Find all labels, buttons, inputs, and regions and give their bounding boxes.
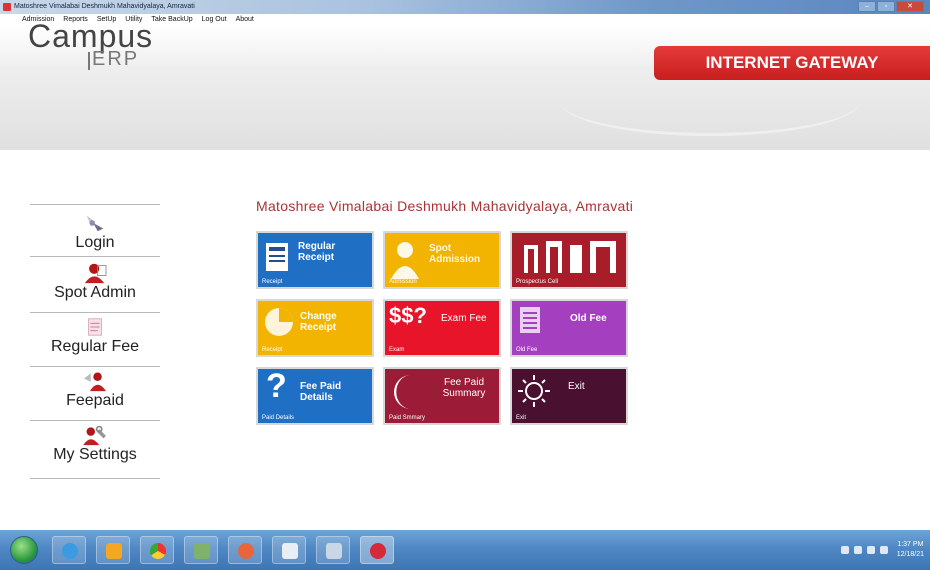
tile-title: Change Receipt — [300, 311, 337, 333]
close-button[interactable]: ✕ — [896, 1, 924, 12]
tile-subtitle: Paid Smmary — [389, 415, 426, 421]
tile-title: Fee Paid Details — [300, 381, 342, 403]
tile-exit[interactable]: Exit Exit — [510, 367, 628, 425]
tile-exam-fee[interactable]: $$? Exam Fee Exam — [383, 299, 501, 357]
system-tray: 1:37 PM 12/18/21 — [840, 536, 924, 564]
sidebar-item-label: Feepaid — [66, 392, 124, 409]
logo-divider — [88, 52, 90, 70]
sidebar-item-label: Spot Admin — [54, 284, 136, 301]
sidebar-divider — [30, 204, 160, 205]
sidebar-item-login[interactable]: Login — [30, 212, 160, 252]
tile-subtitle: Exam — [389, 347, 405, 353]
notepad-icon — [282, 543, 298, 559]
tray-arrow-icon[interactable] — [840, 546, 849, 554]
sidebar-item-spot-admin[interactable]: Spot Admin — [30, 262, 160, 302]
tray-volume-icon[interactable] — [879, 546, 888, 554]
sidebar-item-label: Regular Fee — [50, 338, 140, 355]
taskbar: 1:37 PM 12/18/21 — [0, 530, 930, 570]
tile-title: Regular Receipt — [298, 241, 336, 263]
firefox-icon — [238, 543, 254, 559]
logo-erp-text: ERP — [92, 48, 140, 70]
maximize-button[interactable]: ▫ — [877, 1, 895, 12]
spreadsheet-icon — [194, 543, 210, 559]
users-icon — [84, 372, 106, 392]
crescent-icon — [394, 375, 411, 409]
tile-prospectus-cell[interactable]: Prospectus Cell — [510, 231, 628, 289]
media-player-icon — [106, 543, 122, 559]
erp-icon — [370, 543, 386, 559]
sidebar-divider — [30, 478, 160, 479]
sidebar-divider — [30, 420, 160, 421]
tile-subtitle: Prospectus Cell — [516, 279, 559, 285]
institution-title: Matoshree Vimalabai Deshmukh Mahavidyala… — [256, 198, 634, 214]
clock-time: 1:37 PM — [897, 541, 924, 548]
sidebar-divider — [30, 366, 160, 367]
user-icon — [391, 242, 419, 279]
building-icon — [524, 241, 616, 273]
window-title: Matoshree Vimalabai Deshmukh Mahavidyala… — [14, 3, 195, 10]
sidebar-divider — [30, 312, 160, 313]
tile-subtitle: Paid Details — [262, 415, 295, 421]
sun-icon — [518, 375, 550, 407]
settings-icon — [83, 425, 106, 446]
sidebar-item-regular-fee[interactable]: Regular Fee — [30, 316, 160, 356]
list-icon — [520, 307, 540, 333]
tile-subtitle: Admission — [389, 279, 417, 285]
tile-title: Old Fee — [570, 313, 607, 324]
minimize-button[interactable]: – — [858, 1, 876, 12]
tile-old-fee[interactable]: Old Fee Old Fee — [510, 299, 628, 357]
menu-about[interactable]: About — [236, 14, 254, 26]
taskbar-ie[interactable] — [52, 536, 86, 564]
tile-subtitle: Receipt — [262, 347, 283, 353]
taskbar-app[interactable] — [184, 536, 218, 564]
taskbar-network[interactable] — [316, 536, 350, 564]
taskbar-notepad[interactable] — [272, 536, 306, 564]
window-titlebar: Matoshree Vimalabai Deshmukh Mahavidyala… — [0, 0, 930, 14]
tile-title: Exam Fee — [441, 313, 487, 324]
tile-fee-paid-summary[interactable]: Fee Paid Summary Paid Smmary — [383, 367, 501, 425]
question-icon: ? — [266, 367, 287, 405]
taskbar-erp[interactable] — [360, 536, 394, 564]
tile-spot-admission[interactable]: Spot Admission Admission — [383, 231, 501, 289]
user-icon — [84, 263, 107, 284]
menu-take-backup[interactable]: Take BackUp — [151, 14, 192, 26]
tile-subtitle: Old Fee — [516, 347, 538, 353]
dollar-icon: $$? — [389, 303, 427, 328]
taskbar-media-player[interactable] — [96, 536, 130, 564]
header-banner: Campus ERP INTERNET GATEWAY — [0, 18, 930, 150]
sidebar-item-label: Login — [75, 234, 115, 251]
chrome-icon — [150, 543, 166, 559]
tile-title: Spot Admission — [429, 243, 481, 265]
tile-title: Fee Paid Summary — [442, 377, 486, 399]
sidebar-item-label: My Settings — [53, 446, 137, 463]
tile-fee-paid-details[interactable]: ? Fee Paid Details Paid Details — [256, 367, 374, 425]
window-controls: – ▫ ✕ — [858, 1, 924, 13]
tile-title: Exit — [568, 381, 585, 392]
menu-log-out[interactable]: Log Out — [202, 14, 227, 26]
clock[interactable]: 1:37 PM 12/18/21 — [897, 540, 924, 560]
login-icon — [86, 215, 104, 232]
sidebar-divider — [30, 256, 160, 257]
start-button[interactable] — [10, 536, 38, 564]
notepad-icon — [88, 318, 102, 336]
tile-change-receipt[interactable]: Change Receipt Receipt — [256, 299, 374, 357]
pie-icon — [265, 308, 293, 336]
sidebar: Login Spot Admin Regular Fee Feepaid My … — [0, 150, 160, 530]
app-icon — [3, 3, 11, 11]
tray-network-icon[interactable] — [866, 546, 875, 554]
tray-flag-icon[interactable] — [853, 546, 862, 554]
tile-regular-receipt[interactable]: Regular Receipt Receipt — [256, 231, 374, 289]
tile-subtitle: Exit — [516, 415, 527, 421]
internet-gateway-banner: INTERNET GATEWAY — [654, 46, 930, 80]
network-icon — [326, 543, 342, 559]
clock-date: 12/18/21 — [896, 551, 924, 558]
sidebar-item-my-settings[interactable]: My Settings — [30, 424, 160, 464]
internet-explorer-icon — [62, 543, 78, 559]
taskbar-firefox[interactable] — [228, 536, 262, 564]
sidebar-item-feepaid[interactable]: Feepaid — [30, 370, 160, 410]
tile-subtitle: Receipt — [262, 279, 283, 285]
taskbar-chrome[interactable] — [140, 536, 174, 564]
document-icon — [266, 243, 288, 271]
